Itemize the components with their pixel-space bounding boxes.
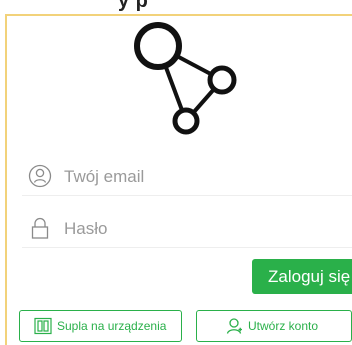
password-placeholder: Hasło [64, 219, 108, 238]
create-account-button[interactable]: Utwórz konto [196, 310, 352, 342]
email-field[interactable]: Twój email [22, 160, 352, 196]
user-icon [28, 164, 52, 188]
login-panel: y p Twój email Hasło Zaloguj się Supla n… [0, 0, 352, 345]
lock-icon [31, 217, 49, 239]
login-button[interactable]: Zaloguj się [252, 259, 352, 294]
top-tab-label: y p [118, 0, 149, 12]
top-tab: y p [0, 0, 352, 14]
password-field[interactable]: Hasło [22, 212, 352, 248]
email-underline [22, 195, 352, 196]
email-placeholder: Twój email [64, 167, 145, 186]
create-account-label: Utwórz konto [248, 319, 319, 333]
pair-devices-label: Supla na urządzenia [57, 319, 167, 333]
pair-devices-button[interactable]: Supla na urządzenia [19, 310, 182, 342]
frame-border-top [5, 14, 352, 16]
supla-logo-icon [134, 22, 237, 135]
password-underline [22, 247, 352, 248]
frame-border-left [5, 14, 7, 345]
devices-icon [34, 317, 52, 335]
add-user-icon [226, 318, 242, 334]
